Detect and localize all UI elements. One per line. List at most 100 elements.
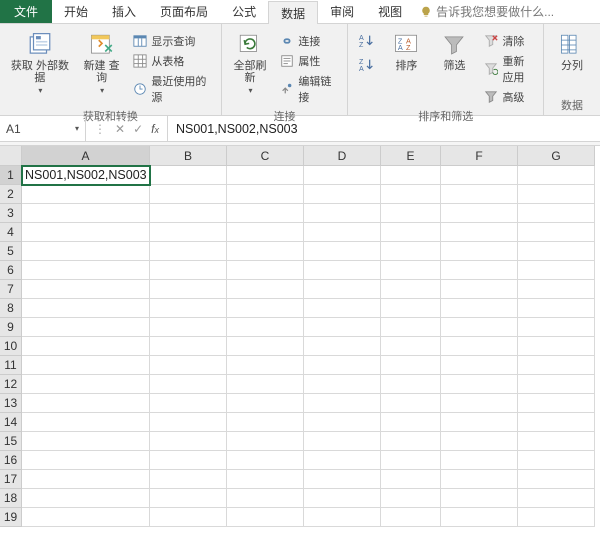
cell[interactable] xyxy=(441,204,518,223)
clear-filter-button[interactable]: 清除 xyxy=(482,32,535,50)
cell[interactable] xyxy=(441,223,518,242)
cell[interactable] xyxy=(22,337,150,356)
cell[interactable] xyxy=(381,185,441,204)
cell[interactable] xyxy=(304,451,381,470)
cell[interactable] xyxy=(150,242,227,261)
cell[interactable] xyxy=(227,166,304,185)
cell[interactable] xyxy=(304,394,381,413)
cell[interactable] xyxy=(22,470,150,489)
cell[interactable] xyxy=(22,413,150,432)
cell[interactable] xyxy=(150,223,227,242)
refresh-all-button[interactable]: 全部刷新 ▾ xyxy=(230,28,271,95)
row-header[interactable]: 3 xyxy=(0,204,22,223)
row-header[interactable]: 8 xyxy=(0,299,22,318)
cell[interactable] xyxy=(150,375,227,394)
cell[interactable] xyxy=(22,451,150,470)
cell[interactable] xyxy=(381,508,441,527)
row-header[interactable]: 14 xyxy=(0,413,22,432)
tab-开始[interactable]: 开始 xyxy=(52,0,100,23)
cell[interactable] xyxy=(304,375,381,394)
cell[interactable] xyxy=(304,337,381,356)
row-header[interactable]: 18 xyxy=(0,489,22,508)
cell[interactable] xyxy=(518,470,595,489)
cell[interactable] xyxy=(227,470,304,489)
column-header[interactable]: F xyxy=(441,146,518,166)
column-header[interactable]: D xyxy=(304,146,381,166)
tab-公式[interactable]: 公式 xyxy=(220,0,268,23)
cell[interactable]: NS001,NS002,NS003 xyxy=(22,166,150,185)
cell[interactable] xyxy=(381,204,441,223)
cell[interactable] xyxy=(22,375,150,394)
cell[interactable] xyxy=(381,470,441,489)
cell[interactable] xyxy=(22,508,150,527)
cell[interactable] xyxy=(381,489,441,508)
cell[interactable] xyxy=(22,318,150,337)
cell[interactable] xyxy=(441,318,518,337)
column-header[interactable]: A xyxy=(22,146,150,166)
get-external-data-button[interactable]: 获取 外部数据 ▾ xyxy=(8,28,72,95)
edit-links-button[interactable]: 编辑链接 xyxy=(278,72,339,106)
cell[interactable] xyxy=(227,185,304,204)
cell[interactable] xyxy=(304,489,381,508)
cell[interactable] xyxy=(22,204,150,223)
cell[interactable] xyxy=(518,261,595,280)
cell[interactable] xyxy=(150,508,227,527)
row-header[interactable]: 5 xyxy=(0,242,22,261)
row-header[interactable]: 2 xyxy=(0,185,22,204)
cell[interactable] xyxy=(518,299,595,318)
cell[interactable] xyxy=(441,166,518,185)
row-header[interactable]: 7 xyxy=(0,280,22,299)
cell[interactable] xyxy=(22,280,150,299)
cell[interactable] xyxy=(441,242,518,261)
cell[interactable] xyxy=(518,375,595,394)
cell[interactable] xyxy=(150,261,227,280)
cell[interactable] xyxy=(150,432,227,451)
cell[interactable] xyxy=(441,451,518,470)
cell[interactable] xyxy=(227,451,304,470)
cell[interactable] xyxy=(441,299,518,318)
tab-页面布局[interactable]: 页面布局 xyxy=(148,0,220,23)
cell[interactable] xyxy=(227,337,304,356)
row-header[interactable]: 6 xyxy=(0,261,22,280)
cell[interactable] xyxy=(150,337,227,356)
filter-button[interactable]: 筛选 xyxy=(434,28,474,72)
cell[interactable] xyxy=(150,280,227,299)
cell[interactable] xyxy=(150,356,227,375)
cell[interactable] xyxy=(22,223,150,242)
cell[interactable] xyxy=(150,204,227,223)
cell[interactable] xyxy=(150,451,227,470)
cell[interactable] xyxy=(518,432,595,451)
cell[interactable] xyxy=(441,508,518,527)
sort-button[interactable]: ZAAZ 排序 xyxy=(386,28,426,72)
cell[interactable] xyxy=(518,318,595,337)
cell[interactable] xyxy=(22,356,150,375)
cell[interactable] xyxy=(227,413,304,432)
cell[interactable] xyxy=(381,413,441,432)
cell[interactable] xyxy=(304,470,381,489)
row-header[interactable]: 9 xyxy=(0,318,22,337)
cell[interactable] xyxy=(441,280,518,299)
cell[interactable] xyxy=(304,242,381,261)
cell[interactable] xyxy=(518,223,595,242)
formula-bar[interactable]: NS001,NS002,NS003 xyxy=(168,116,600,141)
cell[interactable] xyxy=(150,299,227,318)
cell[interactable] xyxy=(381,394,441,413)
cell[interactable] xyxy=(22,185,150,204)
cell[interactable] xyxy=(441,185,518,204)
cell[interactable] xyxy=(22,299,150,318)
row-header[interactable]: 12 xyxy=(0,375,22,394)
cell[interactable] xyxy=(518,280,595,299)
cell[interactable] xyxy=(22,432,150,451)
cell[interactable] xyxy=(381,375,441,394)
cancel-icon[interactable]: ✕ xyxy=(115,122,125,136)
cell[interactable] xyxy=(441,337,518,356)
cell[interactable] xyxy=(22,394,150,413)
cell[interactable] xyxy=(150,470,227,489)
cell[interactable] xyxy=(227,318,304,337)
tab-插入[interactable]: 插入 xyxy=(100,0,148,23)
cell[interactable] xyxy=(150,166,227,185)
advanced-filter-button[interactable]: 高级 xyxy=(482,88,535,106)
cell[interactable] xyxy=(518,204,595,223)
cell[interactable] xyxy=(518,185,595,204)
column-header[interactable]: B xyxy=(150,146,227,166)
